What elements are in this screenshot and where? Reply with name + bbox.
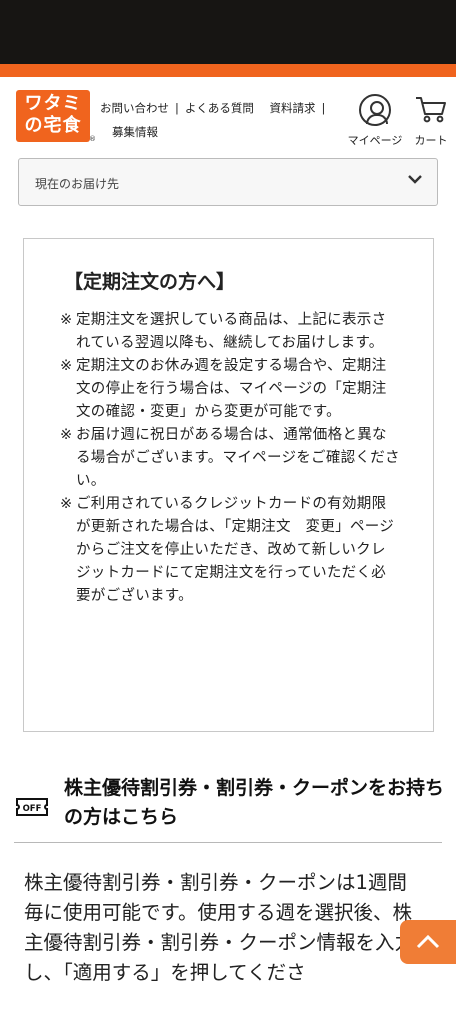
nav-link-contact[interactable]: お問い合わせ — [100, 101, 169, 115]
notice-title: 【定期注文の方へ】 — [64, 271, 236, 293]
notice-text: 定期注文のお休み週を設定する場合や、定期注文の停止を行う場合は、マイページの「定… — [76, 358, 387, 420]
scroll-to-top-button[interactable] — [400, 920, 456, 964]
brand-band — [0, 64, 456, 77]
site-header: ワタミ の宅食 ® お問い合わせ | よくある質問 資料請求 | 募集情報 マイページ… — [0, 77, 456, 155]
coupon-icon-text: OFF — [23, 804, 42, 814]
notice-list: ※ 定期注文を選択している商品は、上記に表示されている翌週以降も、継続してお届け… — [60, 309, 400, 608]
notice-text: 定期注文を選択している商品は、上記に表示されている翌週以降も、継続してお届けしま… — [76, 312, 387, 351]
mypage-button[interactable]: マイページ — [344, 94, 406, 148]
nav-separator: | — [175, 101, 179, 115]
nav-separator — [260, 101, 264, 115]
cart-icon — [416, 97, 446, 123]
registered-mark: ® — [89, 135, 96, 143]
notice-text: お届け週に祝日がある場合は、通常価格と異なる場合がございます。マイページをご確認… — [76, 427, 400, 489]
chevron-up-icon — [416, 934, 440, 949]
delivery-address-select[interactable]: 現在のお届け先 — [18, 158, 438, 206]
notice-item: ※ 定期注文を選択している商品は、上記に表示されている翌週以降も、継続してお届け… — [60, 309, 400, 355]
mypage-label: マイページ — [347, 134, 403, 147]
coupon-off-icon: OFF — [16, 798, 48, 816]
nav-link-recruit[interactable]: 募集情報 — [112, 125, 158, 139]
coupon-description: 株主優待割引券・割引券・クーポンは1週間毎に使用可能です。使用する週を選択後、株… — [24, 871, 415, 984]
account-icon — [359, 94, 391, 126]
cart-button[interactable]: カート — [408, 94, 454, 148]
logo-line-2: の宅食 — [24, 115, 82, 136]
notice-mark: ※ — [60, 358, 73, 374]
notice-mark: ※ — [60, 312, 73, 328]
notice-text: ご利用されているクレジットカードの有効期限が更新された場合は、「定期注文 変更」… — [76, 496, 395, 604]
notice-mark: ※ — [60, 427, 73, 443]
notice-item: ※ 定期注文のお休み週を設定する場合や、定期注文の停止を行う場合は、マイページの… — [60, 355, 400, 424]
chevron-down-icon — [408, 175, 422, 184]
coupon-section-title: 株主優待割引券・割引券・クーポンをお持ちの方はこちら — [64, 777, 445, 828]
notice-mark: ※ — [60, 496, 73, 512]
watami-logo[interactable]: ワタミ の宅食 — [16, 90, 90, 142]
delivery-address-label: 現在のお届け先 — [35, 177, 120, 191]
nav-link-brochure[interactable]: 資料請求 — [270, 101, 316, 115]
status-bar — [0, 0, 456, 64]
header-nav: お問い合わせ | よくある質問 資料請求 | 募集情報 — [100, 96, 350, 144]
logo-line-1: ワタミ — [24, 93, 82, 114]
cart-label: カート — [414, 134, 448, 147]
section-divider — [14, 842, 442, 843]
nav-separator: | — [321, 101, 326, 115]
notice-item: ※ ご利用されているクレジットカードの有効期限が更新された場合は、「定期注文 変… — [60, 493, 400, 608]
notice-item: ※ お届け週に祝日がある場合は、通常価格と異なる場合がございます。マイページをご… — [60, 424, 400, 493]
subscription-notice: 【定期注文の方へ】 ※ 定期注文を選択している商品は、上記に表示されている翌週以… — [23, 238, 434, 732]
coupon-section-header: OFF 株主優待割引券・割引券・クーポンをお持ちの方はこちら — [0, 770, 456, 842]
nav-link-faq[interactable]: よくある質問 — [185, 101, 254, 115]
